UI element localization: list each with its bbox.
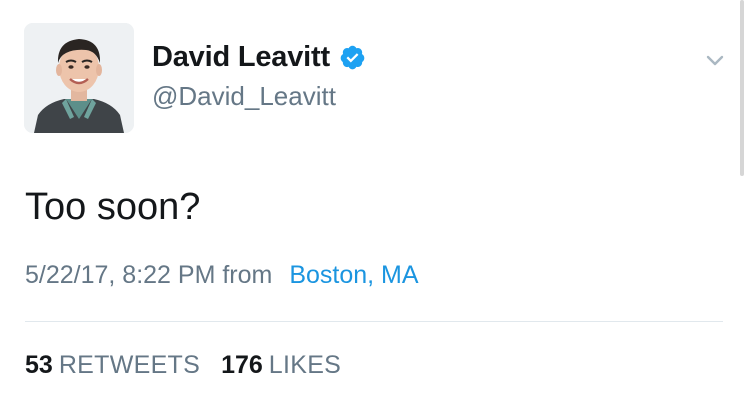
from-label: from: [222, 261, 273, 289]
profile-photo: [24, 23, 134, 133]
author-handle[interactable]: @David_Leavitt: [152, 80, 336, 112]
tweet-timestamp[interactable]: 5/22/17, 8:22 PM: [25, 261, 215, 289]
retweets-label: RETWEETS: [58, 351, 201, 379]
tweet-location-link[interactable]: Boston, MA: [289, 261, 418, 289]
author-display-name[interactable]: David Leavitt: [152, 40, 330, 74]
divider: [25, 321, 723, 322]
chevron-down-icon[interactable]: [700, 50, 730, 72]
tweet-stats: 53 RETWEETS 176 LIKES: [25, 349, 341, 381]
retweets-count: 53: [25, 351, 53, 379]
tweet-text: Too soon?: [25, 186, 201, 228]
likes-count: 176: [221, 351, 263, 379]
tweet-meta: 5/22/17, 8:22 PM from Boston, MA: [25, 259, 419, 291]
likes-label: LIKES: [268, 351, 342, 379]
author-name-row[interactable]: David Leavitt: [152, 40, 366, 74]
scrollbar[interactable]: [740, 0, 744, 176]
likes-stat[interactable]: 176 LIKES: [221, 351, 341, 379]
retweets-stat[interactable]: 53 RETWEETS: [25, 351, 200, 379]
verified-badge-icon: [339, 44, 366, 71]
avatar[interactable]: [24, 23, 134, 133]
